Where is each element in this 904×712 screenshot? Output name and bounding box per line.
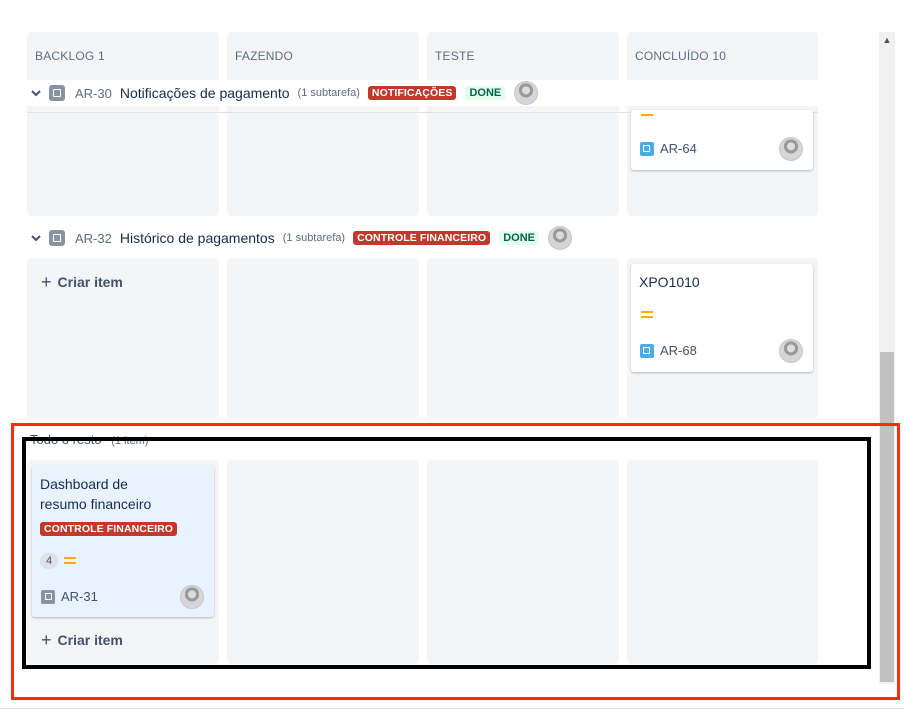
card-key-row: AR-64 — [640, 141, 697, 156]
swimlane-key[interactable]: AR-30 — [75, 86, 112, 101]
column-header-backlog[interactable]: BACKLOG 1 — [27, 32, 219, 80]
status-badge: DONE — [499, 231, 539, 245]
avatar[interactable] — [779, 137, 803, 161]
card-key[interactable]: AR-68 — [660, 343, 697, 358]
create-item-button[interactable]: + Criar item — [41, 272, 123, 292]
scroll-up-arrow-icon[interactable]: ▲ — [879, 32, 895, 48]
highlight-box-black — [22, 437, 871, 669]
priority-medium-icon — [641, 311, 653, 318]
swimlane-header-ar-32[interactable]: AR-32 Histórico de pagamentos (1 subtare… — [27, 225, 818, 251]
column-header-teste[interactable]: TESTE — [427, 32, 619, 80]
issue-card-ar-64[interactable]: AR-64 — [631, 110, 813, 170]
swimlane-title: Notificações de pagamento — [119, 85, 290, 101]
avatar[interactable] — [779, 339, 803, 363]
chevron-down-icon[interactable] — [30, 87, 42, 99]
lane2-teste-cell — [427, 258, 619, 418]
create-item-label: Criar item — [57, 274, 123, 290]
label-lozenge: CONTROLE FINANCEIRO — [353, 231, 491, 245]
card-title: XPO1010 — [639, 274, 700, 290]
swimlane-key[interactable]: AR-32 — [75, 231, 112, 246]
swimlane-subtask-count: (1 subtarefa) — [297, 87, 360, 99]
swimlane-title: Histórico de pagamentos — [119, 230, 275, 246]
chevron-down-icon[interactable] — [30, 232, 42, 244]
status-badge: DONE — [465, 86, 506, 100]
card-key[interactable]: AR-64 — [660, 141, 697, 156]
priority-medium-icon — [641, 112, 653, 116]
plus-icon: + — [41, 272, 52, 292]
avatar[interactable] — [547, 226, 572, 250]
issue-card-ar-68[interactable]: XPO1010 AR-68 — [631, 264, 813, 372]
bottom-divider — [0, 708, 904, 709]
label-lozenge: NOTIFICAÇÕES — [367, 86, 457, 100]
lane2-fazendo-cell — [227, 258, 419, 418]
swimlane-header-ar-30[interactable]: AR-30 Notificações de pagamento (1 subta… — [27, 80, 818, 106]
swimlane-subtask-count: (1 subtarefa) — [282, 232, 346, 244]
column-header-concluido[interactable]: CONCLUÍDO 10 — [627, 32, 818, 80]
story-icon — [49, 230, 65, 246]
card-key-row: AR-68 — [640, 343, 697, 358]
subtask-icon — [640, 141, 654, 156]
column-header-fazendo[interactable]: FAZENDO — [227, 32, 419, 80]
avatar[interactable] — [514, 81, 539, 105]
subtask-icon — [640, 343, 654, 358]
story-icon — [49, 85, 65, 101]
